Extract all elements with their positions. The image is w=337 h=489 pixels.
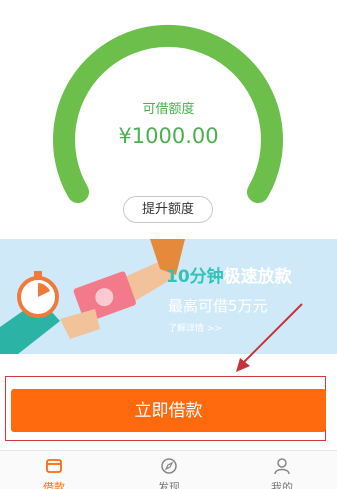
compass-icon bbox=[161, 458, 177, 474]
tab-borrow[interactable]: 借款 bbox=[14, 451, 94, 489]
credit-label: 可借额度 bbox=[142, 102, 195, 117]
tab-discover[interactable]: 发现 bbox=[129, 451, 209, 489]
tab-mine-label: 我的 bbox=[271, 481, 293, 489]
banner-headline-time: 10分钟 bbox=[166, 267, 224, 287]
banner-headline: 10分钟极速放款 bbox=[166, 262, 292, 287]
bottom-tab-bar: 借款 发现 我的 bbox=[0, 450, 337, 489]
banner-headline-speed: 极速放款 bbox=[223, 267, 292, 287]
banner-more-link[interactable]: 了解详情 >> bbox=[168, 321, 222, 334]
raise-limit-button[interactable]: 提升额度 bbox=[123, 196, 213, 223]
tab-discover-label: 发现 bbox=[158, 481, 180, 489]
person-icon bbox=[274, 458, 290, 475]
wallet-icon bbox=[46, 459, 62, 473]
credit-section: 可借额度 ¥1000.00 提升额度 bbox=[0, 0, 337, 236]
borrow-now-button[interactable]: 立即借款 bbox=[11, 389, 326, 432]
credit-amount: ¥1000.00 bbox=[118, 124, 219, 148]
tab-mine[interactable]: 我的 bbox=[242, 451, 322, 489]
tab-borrow-label: 借款 bbox=[43, 481, 65, 489]
annotation-arrow-icon bbox=[236, 303, 303, 372]
